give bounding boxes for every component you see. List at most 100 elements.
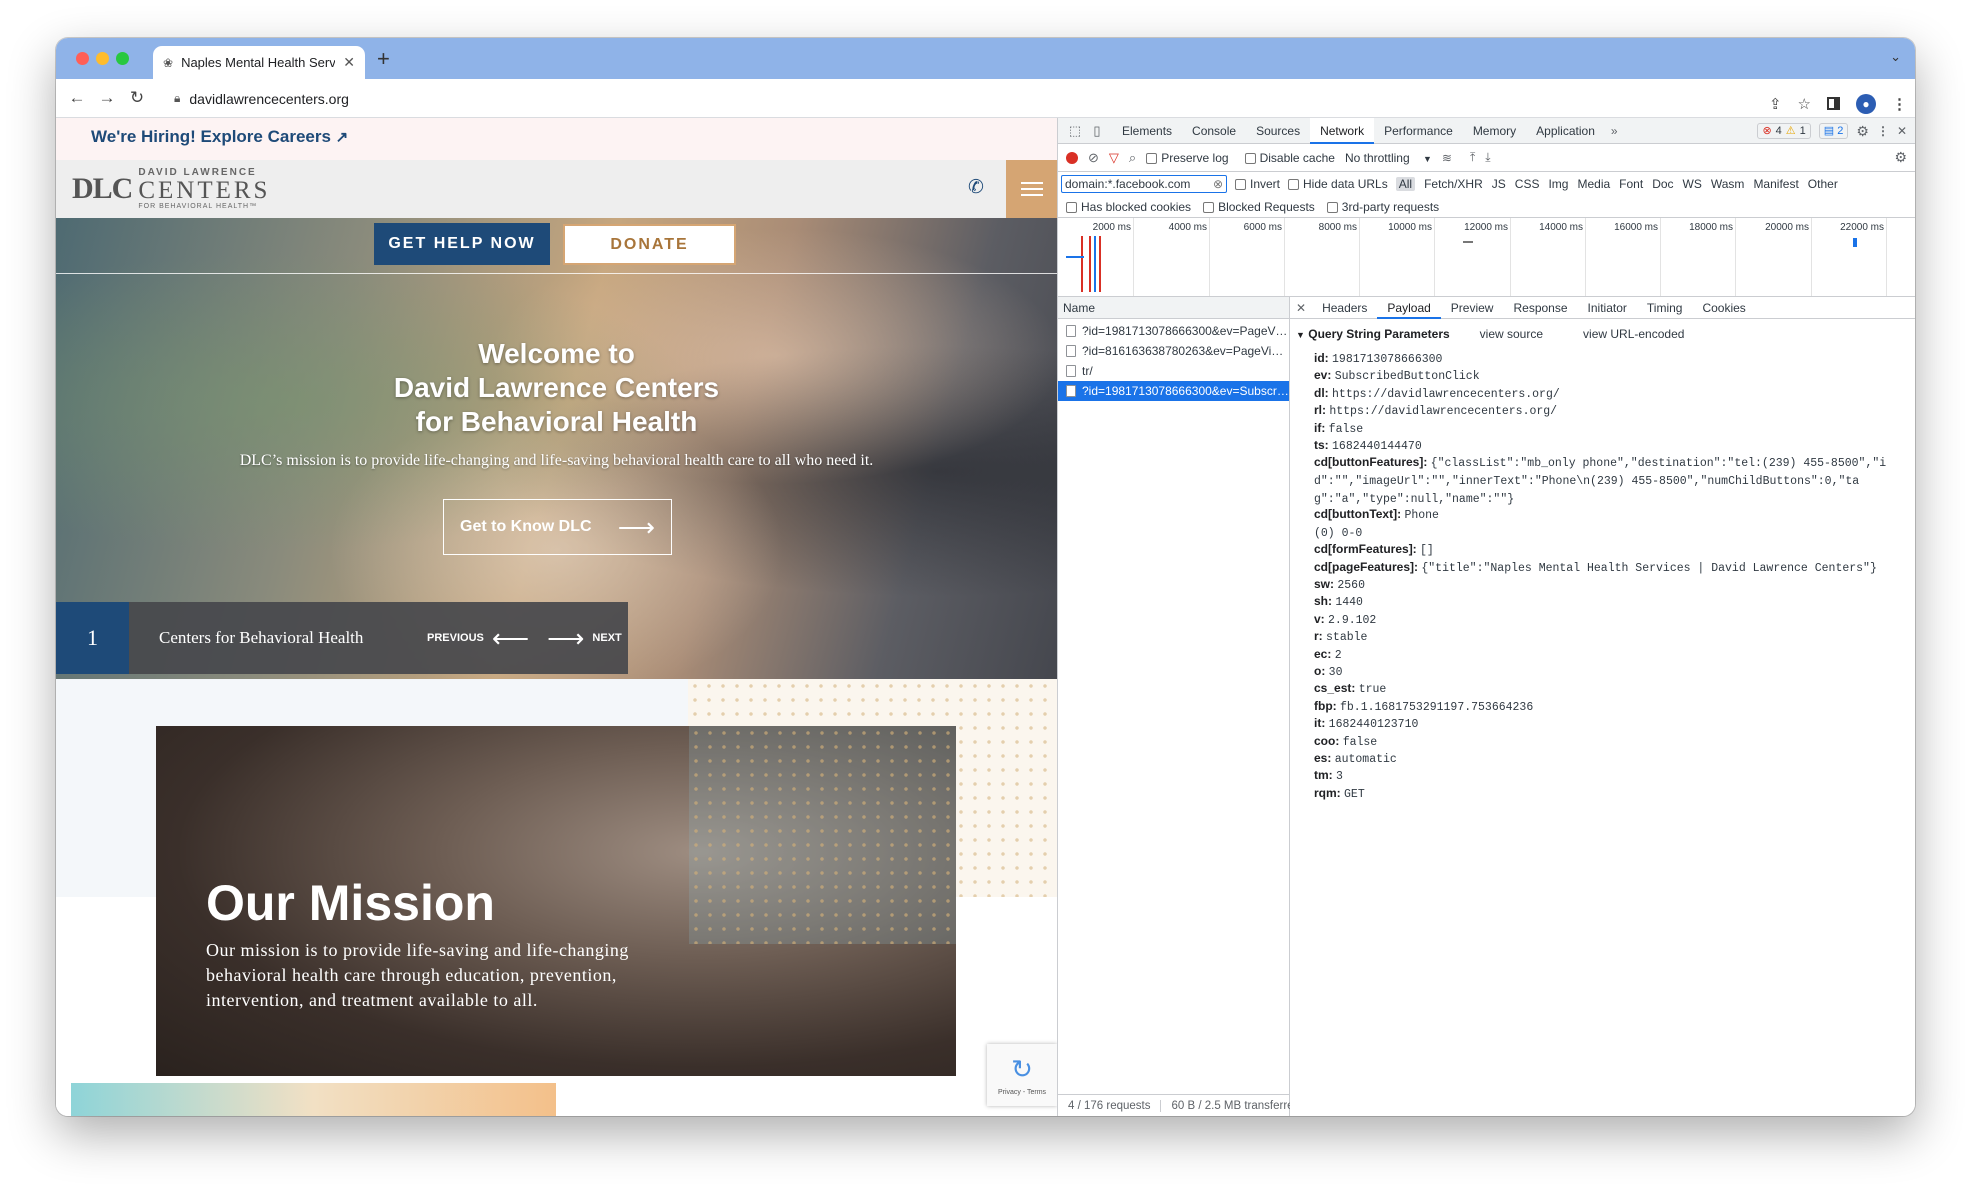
browser-menu-icon[interactable]: ⋮ bbox=[1892, 95, 1907, 113]
devtools-tab-memory[interactable]: Memory bbox=[1463, 118, 1526, 144]
detail-tab-response[interactable]: Response bbox=[1503, 297, 1577, 319]
devtools-tab-console[interactable]: Console bbox=[1182, 118, 1246, 144]
third-party-checkbox[interactable]: 3rd-party requests bbox=[1326, 200, 1439, 214]
clear-icon[interactable]: ⊘ bbox=[1088, 150, 1099, 166]
devtools-tab-application[interactable]: Application bbox=[1526, 118, 1605, 144]
reload-icon[interactable]: ↻ bbox=[122, 88, 152, 108]
recaptcha-badge[interactable]: ↻ Privacy - Terms bbox=[987, 1044, 1057, 1106]
type-filter-fetch-xhr[interactable]: Fetch/XHR bbox=[1424, 177, 1483, 191]
disable-cache-checkbox[interactable]: Disable cache bbox=[1244, 151, 1335, 165]
back-icon[interactable]: ← bbox=[62, 88, 92, 108]
devtools-menu-icon[interactable]: ⋮ bbox=[1877, 124, 1889, 138]
previous-arrow-icon[interactable]: ⟵ bbox=[492, 623, 529, 654]
settings-gear-icon[interactable]: ⚙ bbox=[1856, 123, 1869, 140]
request-row[interactable]: tr/ bbox=[1058, 361, 1289, 381]
type-filter-other[interactable]: Other bbox=[1808, 177, 1838, 191]
type-filter-doc[interactable]: Doc bbox=[1652, 177, 1673, 191]
type-filter-all[interactable]: All bbox=[1395, 177, 1416, 191]
invert-checkbox[interactable]: Invert bbox=[1235, 177, 1280, 191]
close-window-button[interactable] bbox=[76, 52, 89, 65]
detail-tab-payload[interactable]: Payload bbox=[1377, 297, 1441, 319]
request-row[interactable]: ?id=1981713078666300&ev=PageView... bbox=[1058, 321, 1289, 341]
close-devtools-icon[interactable]: ✕ bbox=[1897, 124, 1907, 138]
filter-input[interactable]: domain:*.facebook.com ⊗ bbox=[1061, 175, 1227, 193]
share-icon[interactable]: ⇪ bbox=[1769, 95, 1782, 113]
forward-icon[interactable]: → bbox=[92, 88, 122, 108]
network-overview-timeline[interactable]: 2000 ms 4000 ms 6000 ms 8000 ms 10000 ms 1200… bbox=[1058, 218, 1915, 297]
detail-tab-preview[interactable]: Preview bbox=[1441, 297, 1504, 319]
devtools-tab-network[interactable]: Network bbox=[1310, 117, 1375, 144]
error-count: 4 bbox=[1775, 125, 1782, 137]
detail-tab-initiator[interactable]: Initiator bbox=[1578, 297, 1637, 319]
bookmark-star-icon[interactable]: ☆ bbox=[1798, 95, 1811, 113]
profile-avatar-icon[interactable]: ● bbox=[1856, 93, 1876, 114]
arrow-right-icon: ⟶ bbox=[617, 511, 655, 542]
request-row[interactable]: ?id=816163638780263&ev=PageView... bbox=[1058, 341, 1289, 361]
next-arrow-icon[interactable]: ⟶ bbox=[547, 623, 584, 654]
type-filter-media[interactable]: Media bbox=[1577, 177, 1610, 191]
detail-tab-cookies[interactable]: Cookies bbox=[1692, 297, 1755, 319]
view-url-encoded-link[interactable]: view URL-encoded bbox=[1583, 327, 1684, 341]
recaptcha-terms[interactable]: Privacy - Terms bbox=[998, 1089, 1046, 1096]
param-key: v: bbox=[1314, 611, 1325, 626]
blocked-requests-checkbox[interactable]: Blocked Requests bbox=[1203, 200, 1315, 214]
inspect-element-icon[interactable]: ⬚ bbox=[1064, 123, 1086, 139]
network-settings-gear-icon[interactable]: ⚙ bbox=[1894, 149, 1907, 166]
request-row[interactable]: ?id=1981713078666300&ev=SubscribedButton… bbox=[1058, 381, 1289, 401]
get-to-know-button[interactable]: Get to Know DLC ⟶ bbox=[443, 499, 672, 555]
type-filter-js[interactable]: JS bbox=[1492, 177, 1506, 191]
record-icon[interactable] bbox=[1066, 151, 1078, 164]
view-source-link[interactable]: view source bbox=[1480, 327, 1543, 341]
maximize-window-button[interactable] bbox=[116, 52, 129, 65]
minimize-window-button[interactable] bbox=[96, 52, 109, 65]
clear-filter-icon[interactable]: ⊗ bbox=[1213, 177, 1223, 191]
type-filter-manifest[interactable]: Manifest bbox=[1753, 177, 1798, 191]
site-logo[interactable]: DLC DAVID LAWRENCE CENTERS FOR BEHAVIORA… bbox=[72, 168, 270, 211]
get-help-label: GET HELP NOW bbox=[388, 235, 536, 252]
hide-data-urls-checkbox[interactable]: Hide data URLs bbox=[1288, 177, 1388, 191]
tab-search-icon[interactable]: ⌄ bbox=[1890, 49, 1901, 65]
preserve-log-checkbox[interactable]: Preserve log bbox=[1146, 151, 1229, 165]
filter-icon[interactable]: ▽ bbox=[1109, 150, 1119, 166]
address-bar[interactable]: 🔒︎ davidlawrencecenters.org ⇪ ☆ ● ⋮ bbox=[174, 84, 1915, 114]
close-detail-icon[interactable]: ✕ bbox=[1296, 301, 1306, 315]
close-tab-icon[interactable]: ✕ bbox=[343, 54, 355, 71]
import-har-icon[interactable]: ⤒ bbox=[1470, 150, 1475, 165]
hero-title-line1: Welcome to bbox=[478, 338, 635, 369]
type-filter-wasm[interactable]: Wasm bbox=[1711, 177, 1745, 191]
device-toolbar-icon[interactable]: ▯ bbox=[1086, 123, 1108, 139]
new-tab-icon[interactable]: + bbox=[377, 46, 390, 72]
type-filter-css[interactable]: CSS bbox=[1515, 177, 1540, 191]
more-tabs-icon[interactable]: » bbox=[1611, 124, 1618, 138]
type-filter-img[interactable]: Img bbox=[1548, 177, 1568, 191]
hiring-banner[interactable]: We're Hiring! Explore Careers ↗ bbox=[56, 118, 1057, 160]
hamburger-menu-button[interactable] bbox=[1006, 160, 1057, 218]
query-string-title[interactable]: ▼ Query String Parameters bbox=[1296, 327, 1450, 341]
previous-slide-label[interactable]: PREVIOUS bbox=[427, 632, 484, 644]
devtools-tab-sources[interactable]: Sources bbox=[1246, 118, 1310, 144]
detail-tab-headers[interactable]: Headers bbox=[1312, 297, 1377, 319]
throttling-select[interactable]: No throttling ▼ bbox=[1345, 151, 1432, 165]
request-detail-pane: ✕ Headers Payload Preview Response Initiator… bbox=[1290, 297, 1915, 1116]
search-icon[interactable]: ⌕ bbox=[1129, 150, 1136, 166]
next-slide-label[interactable]: NEXT bbox=[592, 632, 621, 644]
export-har-icon[interactable]: ⤓ bbox=[1485, 150, 1490, 165]
side-panel-icon[interactable] bbox=[1827, 97, 1840, 110]
hiring-link[interactable]: We're Hiring! Explore Careers bbox=[91, 127, 331, 146]
name-column-header[interactable]: Name bbox=[1058, 297, 1289, 319]
get-help-button[interactable]: GET HELP NOW bbox=[374, 223, 550, 265]
type-filter-font[interactable]: Font bbox=[1619, 177, 1643, 191]
expand-triangle-icon: ▼ bbox=[1296, 330, 1305, 340]
param-value: 1682440144470 bbox=[1332, 440, 1422, 453]
network-conditions-icon[interactable]: ≋ bbox=[1442, 151, 1452, 165]
devtools-tab-elements[interactable]: Elements bbox=[1112, 118, 1182, 144]
issues-counter[interactable]: ⊗ 4 ⚠︎ 1 bbox=[1757, 123, 1811, 139]
devtools-tab-performance[interactable]: Performance bbox=[1374, 118, 1463, 144]
has-blocked-cookies-checkbox[interactable]: Has blocked cookies bbox=[1066, 200, 1191, 214]
browser-tab[interactable]: ❀ Naples Mental Health Services ✕ bbox=[153, 46, 365, 79]
phone-icon[interactable]: ✆ bbox=[968, 176, 984, 199]
donate-button[interactable]: DONATE bbox=[563, 224, 736, 265]
messages-counter[interactable]: ▤ 2 bbox=[1818, 123, 1849, 139]
type-filter-ws[interactable]: WS bbox=[1683, 177, 1702, 191]
detail-tab-timing[interactable]: Timing bbox=[1637, 297, 1693, 319]
